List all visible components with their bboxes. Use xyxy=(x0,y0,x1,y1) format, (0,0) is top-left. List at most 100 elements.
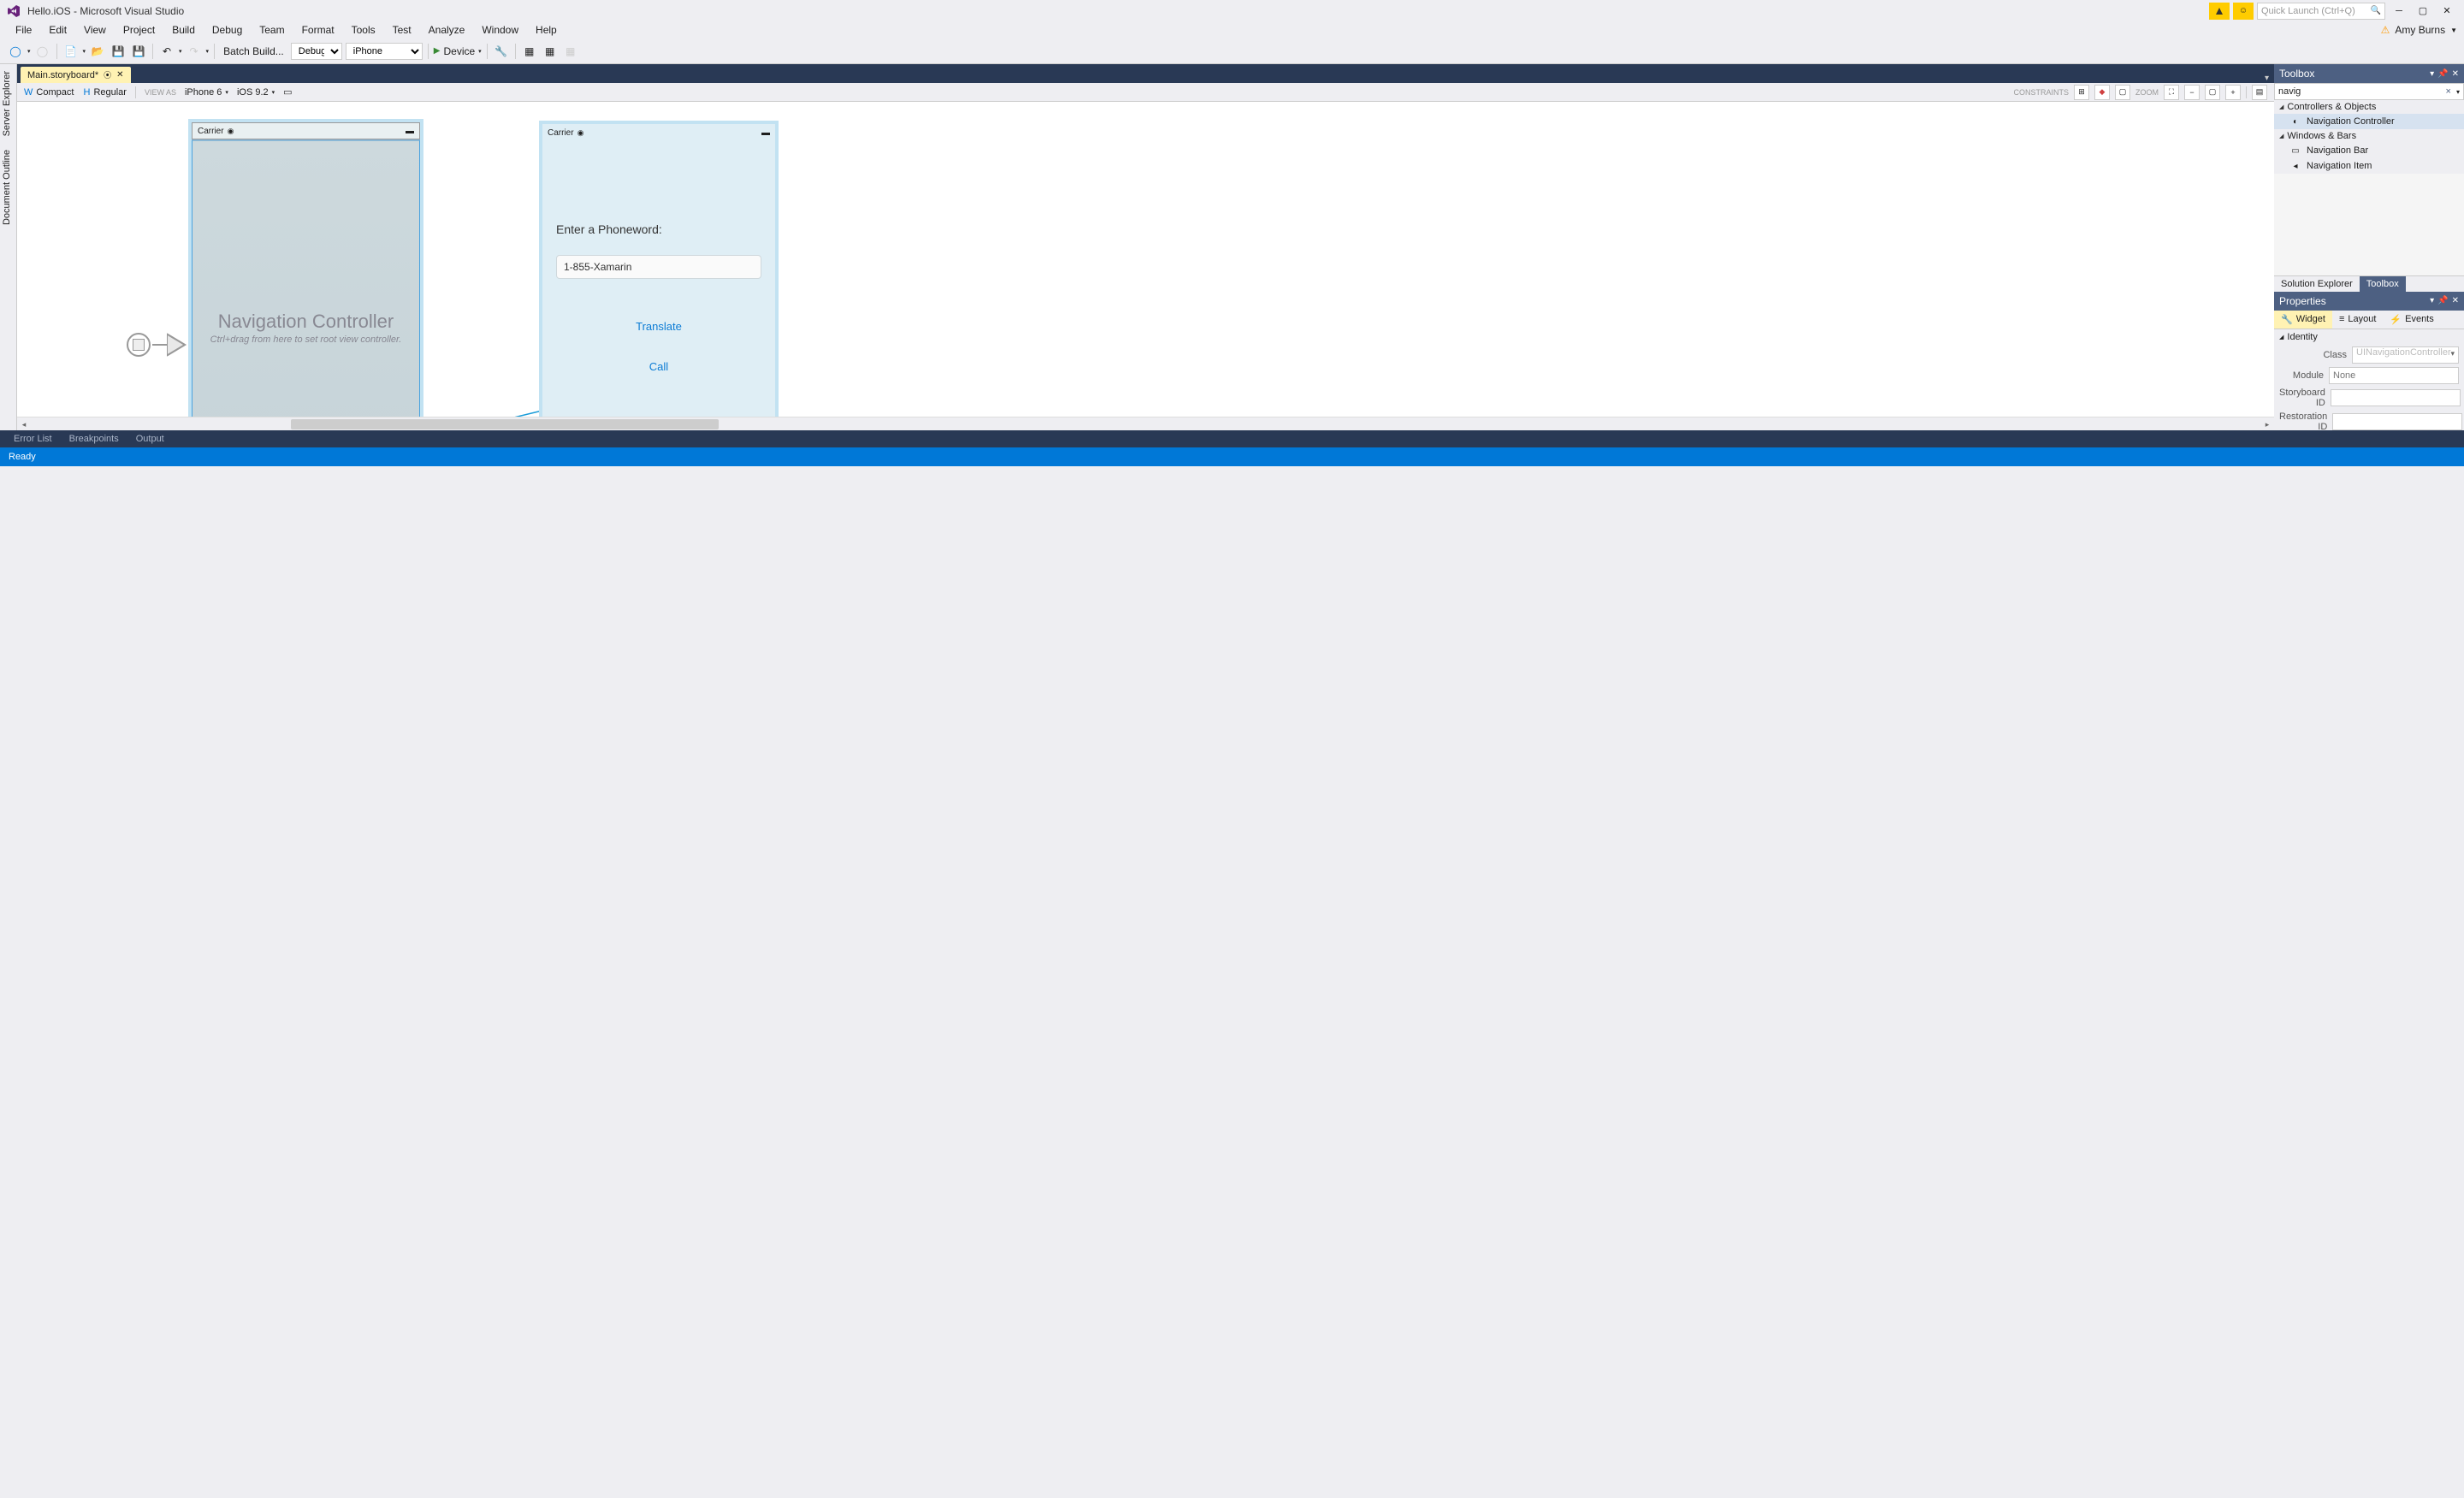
quick-launch-input[interactable]: Quick Launch (Ctrl+Q) 🔍 xyxy=(2257,3,2385,20)
class-select[interactable]: UINavigationController xyxy=(2352,346,2459,364)
toolbox-item-navigation-bar[interactable]: ▭ Navigation Bar xyxy=(2274,143,2464,158)
props-section-identity[interactable]: Identity xyxy=(2274,329,2464,345)
orientation-icon[interactable]: ▭ xyxy=(283,86,292,98)
storyboard-id-input[interactable] xyxy=(2331,389,2461,406)
menu-window[interactable]: Window xyxy=(473,22,527,38)
storyboard-canvas[interactable]: Carrier ◉ ▬ Navigation Controller Ctrl+d… xyxy=(17,102,2274,417)
menu-view[interactable]: View xyxy=(75,22,115,38)
constraint-btn-2[interactable]: ◆ xyxy=(2094,85,2110,100)
chevron-down-icon[interactable]: ▾ xyxy=(83,48,86,55)
menu-format[interactable]: Format xyxy=(293,22,343,38)
pin-icon[interactable]: 📌 xyxy=(2437,69,2448,79)
tab-breakpoints[interactable]: Breakpoints xyxy=(62,432,126,446)
tab-overflow-button[interactable]: ▾ xyxy=(2260,74,2274,83)
phoneword-label[interactable]: Enter a Phoneword: xyxy=(556,222,761,236)
menu-debug[interactable]: Debug xyxy=(204,22,251,38)
feedback-button[interactable]: ☺ xyxy=(2233,3,2254,20)
view-controller-body[interactable]: Enter a Phoneword: Translate Call xyxy=(542,141,775,417)
toolbox-item-navigation-controller[interactable]: ◐ Navigation Controller xyxy=(2274,114,2464,129)
close-panel-icon[interactable]: ✕ xyxy=(2452,296,2459,305)
batch-build-button[interactable]: Batch Build... xyxy=(220,45,287,57)
tab-server-explorer[interactable]: Server Explorer xyxy=(0,64,16,143)
menu-test[interactable]: Test xyxy=(384,22,420,38)
platform-select[interactable]: iPhone xyxy=(346,43,423,60)
menu-help[interactable]: Help xyxy=(527,22,566,38)
props-tab-layout[interactable]: ≡Layout xyxy=(2332,311,2383,329)
storyboard-entry-point[interactable] xyxy=(127,333,151,357)
close-panel-icon[interactable]: ✕ xyxy=(2452,69,2459,79)
zoom-in-button[interactable]: + xyxy=(2225,85,2241,100)
zoom-out-button[interactable]: − xyxy=(2184,85,2200,100)
run-device-button[interactable]: ▶ Device ▾ xyxy=(434,45,482,57)
menu-build[interactable]: Build xyxy=(163,22,204,38)
tab-error-list[interactable]: Error List xyxy=(7,432,59,446)
call-button[interactable]: Call xyxy=(556,360,761,373)
scene-view-controller[interactable]: Carrier ◉ ▬ Enter a Phoneword: Translate… xyxy=(539,121,779,417)
tool-button-3[interactable]: ▦ xyxy=(542,43,559,60)
nav-forward-button[interactable]: ◯ xyxy=(34,43,51,60)
tab-document-outline[interactable]: Document Outline xyxy=(0,143,16,232)
restoration-id-input[interactable] xyxy=(2332,413,2462,430)
open-button[interactable]: 📂 xyxy=(89,43,106,60)
menu-team[interactable]: Team xyxy=(251,22,293,38)
chevron-down-icon[interactable]: ▾ xyxy=(179,48,182,55)
constraint-btn-3[interactable]: ▢ xyxy=(2115,85,2130,100)
tab-toolbox[interactable]: Toolbox xyxy=(2360,276,2406,292)
toolbox-section-windows[interactable]: Windows & Bars xyxy=(2274,129,2464,143)
redo-button[interactable]: ↷ xyxy=(186,43,203,60)
ios-version-select[interactable]: iOS 9.2▾ xyxy=(237,87,275,98)
props-tab-widget[interactable]: 🔧Widget xyxy=(2274,311,2332,329)
close-tab-icon[interactable]: ✕ xyxy=(116,70,123,80)
tab-solution-explorer[interactable]: Solution Explorer xyxy=(2274,276,2360,292)
menu-file[interactable]: File xyxy=(7,22,40,38)
undo-button[interactable]: ↶ xyxy=(158,43,175,60)
menu-tools[interactable]: Tools xyxy=(343,22,384,38)
props-tab-events[interactable]: ⚡Events xyxy=(2383,311,2440,329)
phoneword-input[interactable] xyxy=(556,255,761,279)
toolbox-section-controllers[interactable]: Controllers & Objects xyxy=(2274,100,2464,114)
close-button[interactable]: ✕ xyxy=(2437,3,2457,20)
menu-project[interactable]: Project xyxy=(115,22,163,38)
save-all-button[interactable]: 💾 xyxy=(130,43,147,60)
module-input[interactable] xyxy=(2329,367,2459,384)
config-select[interactable]: Debug xyxy=(291,43,342,60)
horizontal-scrollbar[interactable]: ◂ ▸ xyxy=(17,417,2274,430)
nav-back-chevron[interactable]: ▾ xyxy=(27,48,31,55)
toolbox-item-navigation-item[interactable]: ◂ Navigation Item xyxy=(2274,158,2464,174)
nav-back-button[interactable]: ◯ xyxy=(7,43,24,60)
tool-button-1[interactable]: 🔧 xyxy=(493,43,510,60)
menu-analyze[interactable]: Analyze xyxy=(420,22,474,38)
tool-button-2[interactable]: ▦ xyxy=(521,43,538,60)
scroll-thumb[interactable] xyxy=(291,419,719,429)
tool-button-4[interactable]: ▦ xyxy=(562,43,579,60)
panel-toggle-button[interactable]: ▤ xyxy=(2252,85,2267,100)
scroll-right-icon[interactable]: ▸ xyxy=(2260,417,2274,431)
zoom-fit-button[interactable]: ⛶ xyxy=(2164,85,2179,100)
chevron-down-icon[interactable]: ▾ xyxy=(206,48,210,55)
clear-search-icon[interactable]: × xyxy=(2444,86,2453,97)
save-button[interactable]: 💾 xyxy=(110,43,127,60)
device-preview-select[interactable]: iPhone 6▾ xyxy=(185,87,228,98)
new-project-button[interactable]: 📄 xyxy=(62,43,80,60)
translate-button[interactable]: Translate xyxy=(556,320,761,333)
panel-menu-icon[interactable]: ▾ xyxy=(2430,69,2434,79)
pin-icon[interactable]: ⦿ xyxy=(104,69,111,80)
panel-menu-icon[interactable]: ▾ xyxy=(2430,296,2434,305)
pin-icon[interactable]: 📌 xyxy=(2437,296,2448,305)
scroll-left-icon[interactable]: ◂ xyxy=(17,417,31,431)
doc-tab-main-storyboard[interactable]: Main.storyboard* ⦿ ✕ xyxy=(21,67,131,83)
tab-output[interactable]: Output xyxy=(129,432,171,446)
minimize-button[interactable]: ─ xyxy=(2389,3,2409,20)
user-name[interactable]: Amy Burns xyxy=(2395,24,2445,36)
toolbox-search[interactable]: navig × ▾ xyxy=(2274,83,2464,100)
nav-controller-body[interactable]: Navigation Controller Ctrl+drag from her… xyxy=(192,139,420,417)
zoom-actual-button[interactable]: ▢ xyxy=(2205,85,2220,100)
chevron-down-icon[interactable]: ▾ xyxy=(2456,88,2460,96)
size-class-selector[interactable]: WCompact HRegular xyxy=(24,87,127,98)
maximize-button[interactable]: ▢ xyxy=(2413,3,2433,20)
scene-navigation-controller[interactable]: Carrier ◉ ▬ Navigation Controller Ctrl+d… xyxy=(188,119,424,417)
chevron-down-icon[interactable]: ▼ xyxy=(2450,27,2457,34)
notifications-button[interactable] xyxy=(2209,3,2230,20)
constraint-btn-1[interactable]: ⊞ xyxy=(2074,85,2089,100)
menu-edit[interactable]: Edit xyxy=(40,22,75,38)
